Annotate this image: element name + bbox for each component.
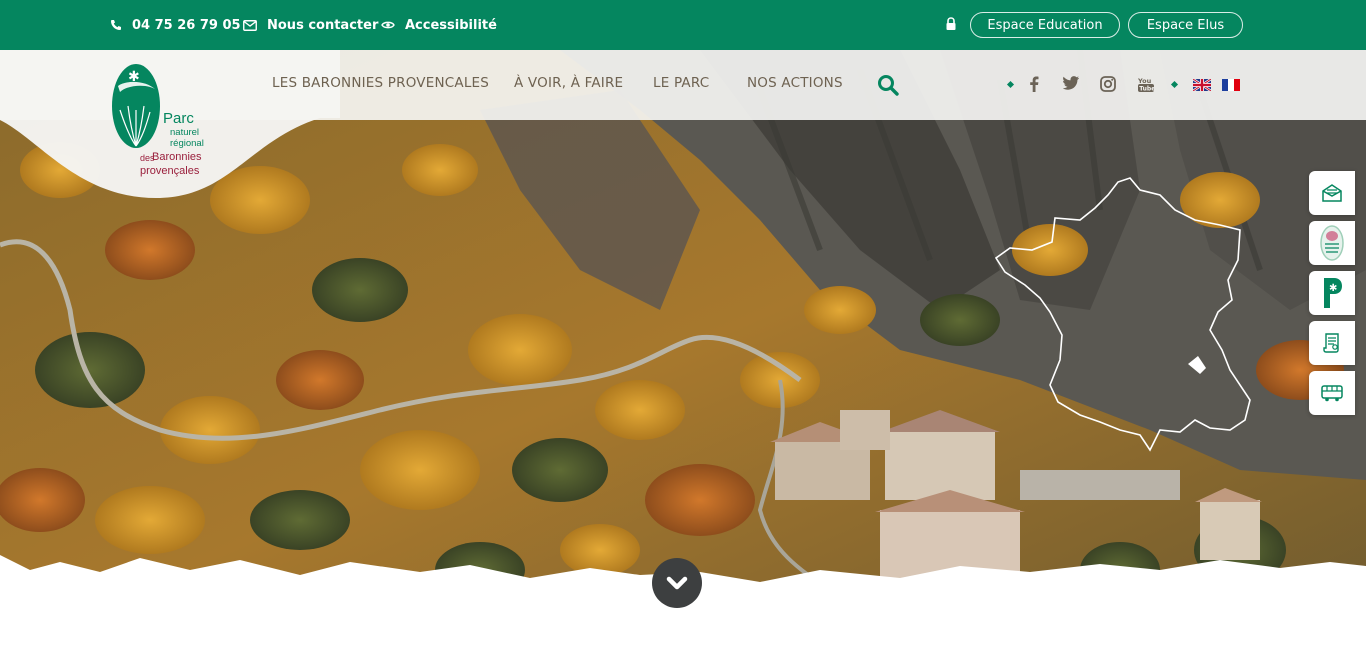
envelope-icon xyxy=(243,19,257,31)
svg-text:You: You xyxy=(1138,77,1152,85)
newsletter-tab[interactable] xyxy=(1309,171,1355,215)
logo-text-provencales: provençales xyxy=(140,165,200,177)
logo-text-regional: régional xyxy=(170,138,204,149)
espace-education-button[interactable]: Espace Education xyxy=(970,12,1120,38)
nav-le-parc[interactable]: LE PARC xyxy=(653,75,709,91)
chevron-down-icon xyxy=(666,576,688,590)
document-tab[interactable] xyxy=(1309,321,1355,365)
eye-icon xyxy=(381,21,395,29)
logo-text-baronnies: Baronnies xyxy=(152,151,202,163)
facebook-icon[interactable] xyxy=(1029,76,1039,92)
park-emblem-icon: ✱ xyxy=(112,64,160,148)
logo-text-naturel: naturel xyxy=(170,127,200,138)
svg-text:Tube: Tube xyxy=(1139,86,1154,92)
page: 04 75 26 79 05 Nous contacter Accessibil… xyxy=(0,0,1366,651)
accessibility-label: Accessibilité xyxy=(405,17,497,33)
phone-link[interactable]: 04 75 26 79 05 xyxy=(110,0,241,50)
logo-text-parc: Parc xyxy=(163,110,194,127)
accessibility-link[interactable]: Accessibilité xyxy=(381,0,497,50)
svg-text:✱: ✱ xyxy=(1329,283,1337,294)
brand-p-tab[interactable]: ✱ xyxy=(1309,271,1355,315)
phone-icon xyxy=(111,20,121,30)
youtube-icon[interactable]: You Tube xyxy=(1138,76,1154,92)
french-flag[interactable] xyxy=(1222,79,1240,91)
newsletter-icon xyxy=(1322,184,1342,202)
nav-nos-actions[interactable]: NOS ACTIONS xyxy=(747,75,843,91)
phone-number: 04 75 26 79 05 xyxy=(132,17,241,33)
lock-icon xyxy=(946,17,956,30)
instagram-icon[interactable] xyxy=(1100,76,1116,92)
logo-link[interactable]: ✱ Parc naturel régional des Baronnies pr… xyxy=(0,50,340,204)
top-bar: 04 75 26 79 05 Nous contacter Accessibil… xyxy=(0,0,1366,50)
espace-elus-button[interactable]: Espace Elus xyxy=(1128,12,1243,38)
search-icon[interactable] xyxy=(877,74,899,96)
nav-baronnies-provencales[interactable]: LES BARONNIES PROVENCALES xyxy=(272,75,489,91)
espace-elus-label: Espace Elus xyxy=(1146,17,1225,33)
contact-link[interactable]: Nous contacter xyxy=(243,0,378,50)
contact-label: Nous contacter xyxy=(267,17,379,33)
nav-a-voir-a-faire[interactable]: À VOIR, À FAIRE xyxy=(514,75,623,91)
parc-label-tab[interactable] xyxy=(1309,221,1355,265)
espace-education-label: Espace Education xyxy=(987,17,1103,33)
bus-tab[interactable] xyxy=(1309,371,1355,415)
scroll-down-button[interactable] xyxy=(652,558,702,608)
document-icon xyxy=(1323,333,1339,353)
bus-icon xyxy=(1321,385,1343,402)
asterisk-icon: ✱ xyxy=(128,69,140,85)
parc-label-icon xyxy=(1320,225,1344,261)
twitter-icon[interactable] xyxy=(1063,76,1079,90)
english-flag[interactable] xyxy=(1193,79,1211,91)
brand-p-icon: ✱ xyxy=(1324,278,1342,308)
